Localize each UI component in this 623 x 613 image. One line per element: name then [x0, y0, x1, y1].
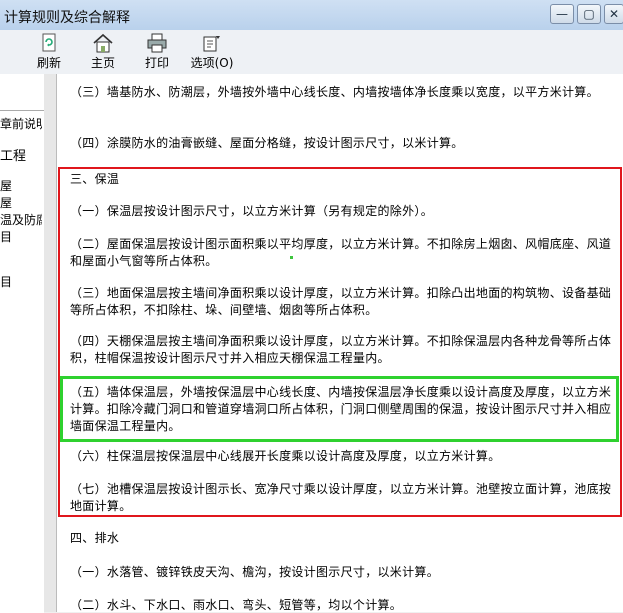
paragraph: （三）墙基防水、防潮层，外墙按外墙中心线长度、内墙按墙体净长度乘以宽度，以平方米…	[70, 85, 599, 99]
maximize-icon: ▢	[583, 7, 595, 21]
options-label: 选项(O)	[190, 56, 234, 70]
navigation-scrollbar[interactable]	[44, 74, 57, 612]
print-button[interactable]: 打印	[131, 33, 183, 73]
nav-item[interactable]: 工程	[0, 145, 42, 164]
title-bar: 计算规则及综合解释 — ▢ ✕	[0, 0, 623, 31]
refresh-label: 刷新	[36, 56, 61, 70]
home-icon	[93, 33, 113, 53]
maximize-button[interactable]: ▢	[577, 4, 601, 24]
nav-item[interactable]: 屋	[0, 177, 42, 194]
document-content: （三）墙基防水、防潮层，外墙按外墙中心线长度、内墙按墙体净长度乘以宽度，以平方米…	[57, 74, 623, 612]
nav-item[interactable]: 温及防腐	[0, 211, 42, 228]
home-label: 主页	[90, 56, 115, 70]
paragraph: （一）保温层按设计图示尺寸，以立方米计算（另有规定的除外）。	[70, 204, 434, 218]
section-title: 三、保温	[70, 172, 120, 186]
close-button[interactable]: ✕	[604, 4, 623, 24]
minimize-button[interactable]: —	[550, 4, 574, 24]
close-icon: ✕	[608, 7, 620, 21]
cursor-dot	[290, 256, 293, 259]
navigation-pane: 章前说明 工程 屋 屋 温及防腐 目 目	[0, 74, 45, 613]
paragraph: （五）墙体保温层，外墙按保温层中心线长度、内墙按保温层净长度乘以设计高度及厚度，…	[70, 385, 612, 433]
paragraph: （六）柱保温层按保温层中心线展开长度乘以设计高度及厚度，以立方米计算。	[70, 449, 501, 463]
paragraph: （二）屋面保温层按设计图示面积乘以平均厚度，以立方米计算。不扣除房上烟囱、风帽底…	[70, 237, 612, 268]
paragraph: （七）池槽保温层按设计图示长、宽净尺寸乘以设计厚度，以立方米计算。池壁按立面计算…	[70, 482, 612, 513]
toolbar: 刷新 主页 打印 选项(O)	[0, 30, 623, 75]
refresh-icon	[42, 33, 56, 52]
print-label: 打印	[144, 56, 169, 70]
refresh-button[interactable]: 刷新	[23, 33, 75, 73]
paragraph: （四）涂膜防水的油膏嵌缝、屋面分格缝，按设计图示尺寸，以米计算。	[70, 136, 464, 150]
nav-item[interactable]: 章前说明	[0, 115, 42, 132]
printer-icon	[147, 33, 167, 53]
section-title: 四、排水	[70, 531, 120, 545]
home-button[interactable]: 主页	[77, 33, 129, 73]
paragraph: （四）天棚保温层按主墙间净面积乘以设计厚度，以立方米计算。不扣除保温层内各种龙骨…	[70, 334, 612, 365]
paragraph: （三）地面保温层按主墙间净面积乘以设计厚度，以立方米计算。扣除凸出地面的构筑物、…	[70, 286, 612, 317]
paragraph: （一）水落管、镀锌铁皮天沟、檐沟，按设计图示尺寸，以米计算。	[70, 565, 440, 579]
navigation-tree[interactable]: 章前说明 工程 屋 屋 温及防腐 目 目	[0, 110, 44, 613]
window-title: 计算规则及综合解释	[4, 10, 130, 26]
nav-item[interactable]: 目	[0, 228, 42, 245]
options-icon	[203, 36, 220, 52]
options-button[interactable]: 选项(O)	[186, 33, 238, 73]
minimize-icon: —	[556, 7, 568, 21]
nav-item[interactable]: 目	[0, 273, 42, 290]
nav-item[interactable]: 屋	[0, 194, 42, 211]
paragraph: （二）水斗、下水口、雨水口、弯头、短管等，均以个计算。	[70, 598, 403, 612]
